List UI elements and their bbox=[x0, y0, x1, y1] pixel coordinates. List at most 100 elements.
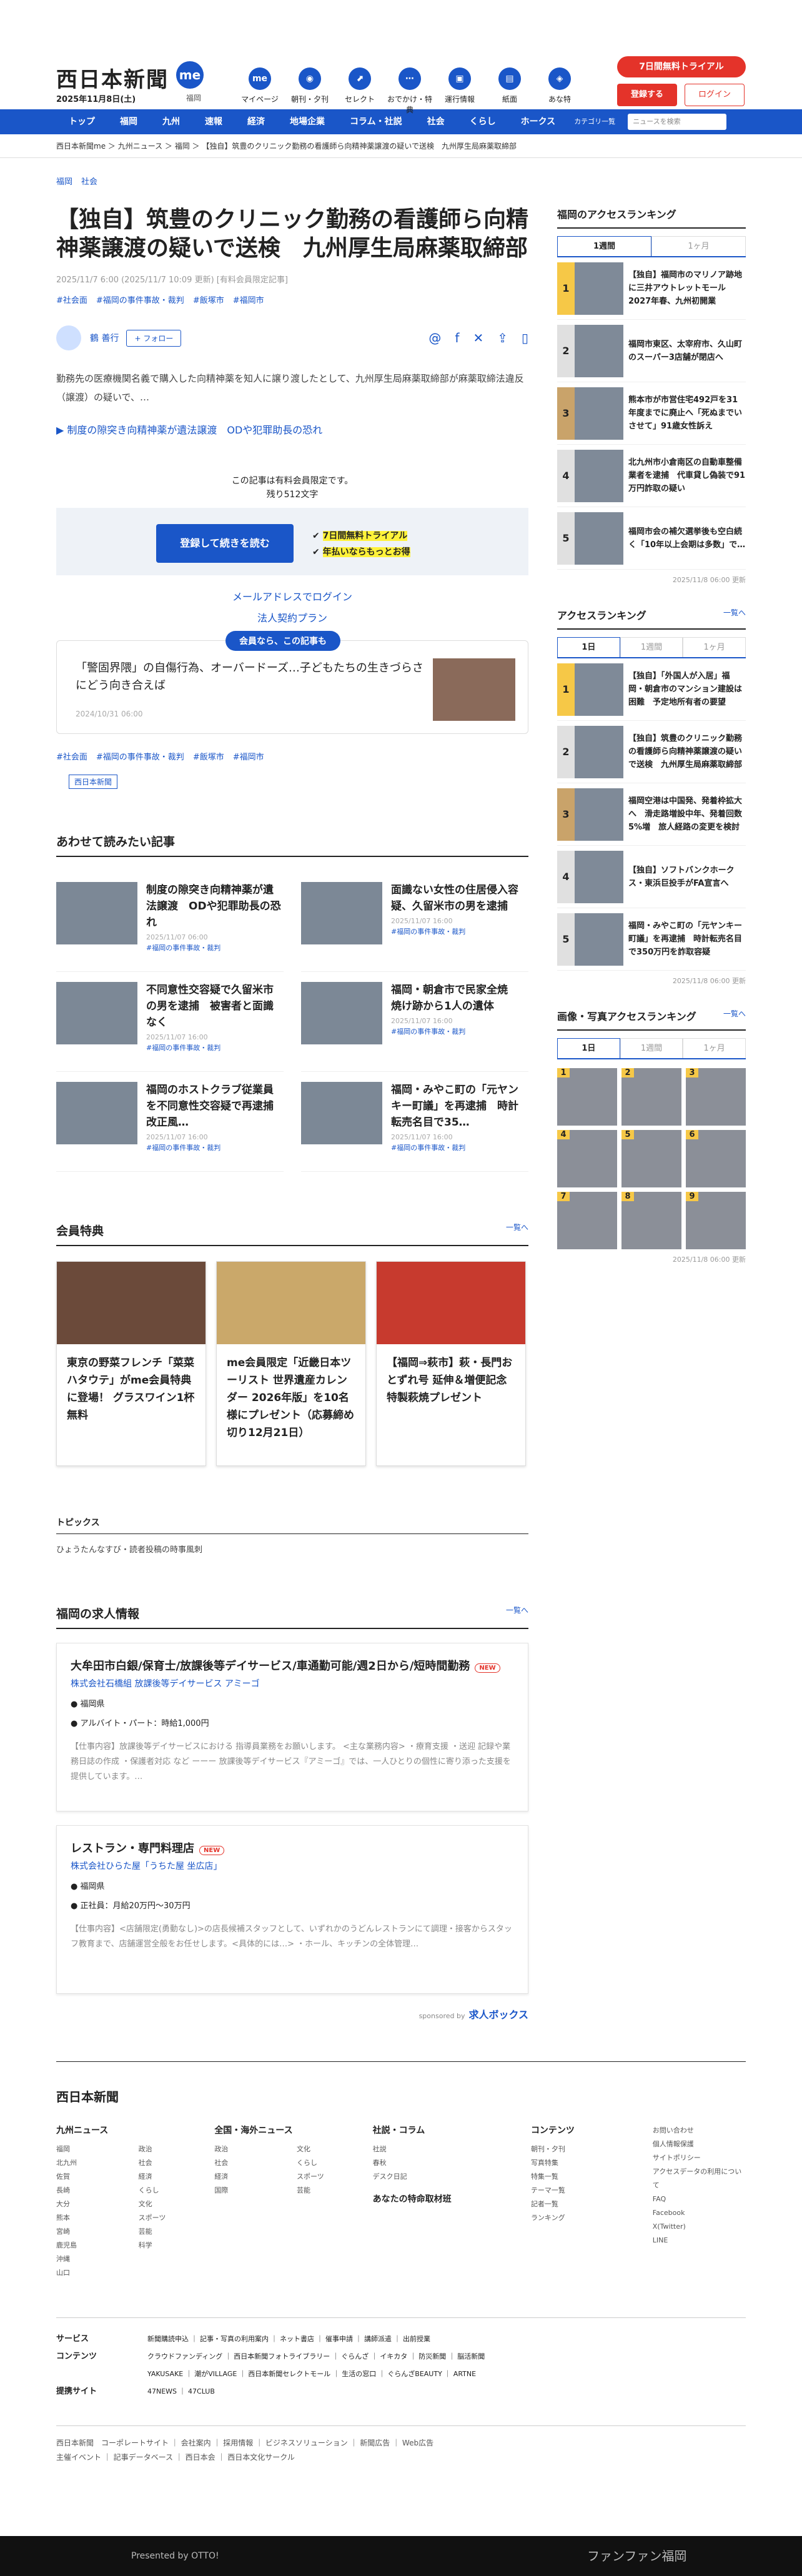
paper-link[interactable]: ◉ 朝刊・夕刊 bbox=[287, 67, 332, 115]
perk-card[interactable]: me会員限定「近畿日本ツーリスト 世界遺産カレンダー 2026年版」を10名様に… bbox=[216, 1261, 366, 1466]
search-input[interactable]: ニュースを検索 bbox=[628, 114, 727, 130]
ranking-item[interactable]: 4 北九州市小倉南区の自動車整備業者を逮捕 代車貸し偽装で91万円詐取の疑い bbox=[557, 445, 746, 507]
tag[interactable]: 社会 bbox=[81, 177, 97, 187]
photo-item[interactable]: 2 bbox=[621, 1068, 681, 1126]
perk-card[interactable]: 東京の野菜フレンチ「菜菜ハタウテ」がme会員特典に登場！ グラスワイン1杯無料 bbox=[56, 1261, 206, 1466]
region-label[interactable]: 福岡 bbox=[186, 92, 201, 103]
tab-week[interactable]: 1週間 bbox=[620, 637, 683, 657]
related-link[interactable]: ▶ 制度の隙突き向精神薬が遺法譲渡 ODや犯罪助長の恐れ bbox=[56, 422, 528, 437]
tab-month[interactable]: 1ヶ月 bbox=[683, 1038, 746, 1058]
follow-button[interactable]: + フォロー bbox=[126, 329, 182, 347]
photo-item[interactable]: 3 bbox=[686, 1068, 746, 1126]
perks-more-link[interactable]: 一覧へ bbox=[506, 1222, 528, 1239]
ranking-item[interactable]: 3 熊本市が市営住宅492戸を31年度までに廃止へ「死ぬまでいさせて」91歳女性訴… bbox=[557, 382, 746, 445]
job-card[interactable]: レストラン・専門料理店 NEW 株式会社ひらた屋「うちた屋 坐広店」 ● 福岡県 … bbox=[56, 1825, 528, 1994]
ranking-item[interactable]: 2 【独自】筑豊のクリニック勤務の看護師ら向精神薬譲渡の疑いで送検 九州厚生局麻薬… bbox=[557, 721, 746, 783]
photo-item[interactable]: 6 bbox=[686, 1130, 746, 1187]
photo-item[interactable]: 9 bbox=[686, 1192, 746, 1249]
trial-button[interactable]: 7日間無料トライアル bbox=[617, 56, 746, 77]
nav-fukuoka[interactable]: 福岡 bbox=[107, 109, 150, 134]
select-link[interactable]: ⬈ セレクト bbox=[337, 67, 382, 115]
photo-more-link[interactable]: 一覧へ bbox=[723, 1008, 746, 1023]
list-item[interactable]: 福岡のホストクラブ従業員を不同意性交容疑で再逮捕 改正風… 2025/11/07 … bbox=[56, 1072, 284, 1172]
tab-day[interactable]: 1日 bbox=[557, 637, 620, 657]
perk-image bbox=[377, 1262, 525, 1344]
ranking-item[interactable]: 5 福岡市会の補欠選挙後も空白続く「10年以上会期は多数」で… bbox=[557, 507, 746, 570]
photo-item[interactable]: 7 bbox=[557, 1192, 617, 1249]
photo-item[interactable]: 5 bbox=[621, 1130, 681, 1187]
tag[interactable]: #社会面 bbox=[56, 753, 87, 762]
tag[interactable]: #福岡の事件事故・裁判 bbox=[96, 753, 184, 762]
nav-breaking[interactable]: 速報 bbox=[192, 109, 235, 134]
ranking-more-link[interactable]: 一覧へ bbox=[723, 607, 746, 622]
mypage-icon: me bbox=[249, 67, 271, 90]
threads-icon[interactable]: @ bbox=[428, 330, 441, 345]
ranking-item[interactable]: 1 【独自】「外国人が入居」福岡・朝倉市のマンション建設は困難 予定地所有者の要望 bbox=[557, 658, 746, 721]
breadcrumb[interactable]: 西日本新聞me ＞ 九州ニュース ＞ 福岡 ＞ 【独自】筑豊のクリニック勤務の看… bbox=[0, 134, 802, 158]
photo-item[interactable]: 4 bbox=[557, 1130, 617, 1187]
print-link[interactable]: ▤ 紙面 bbox=[487, 67, 532, 115]
paper-pill[interactable]: 西日本新聞 bbox=[69, 775, 118, 789]
perk-card[interactable]: 【福岡⇒萩市】萩・長門おとずれ号 延伸＆増便記念 特製萩焼プレゼント bbox=[376, 1261, 526, 1466]
bookmark-icon[interactable]: ▯ bbox=[522, 330, 528, 345]
ranking-item[interactable]: 4 【独自】ソフトバンクホークス・東浜巨投手がFA宣言へ bbox=[557, 846, 746, 908]
register-button[interactable]: 登録する bbox=[617, 84, 677, 106]
member-article-card[interactable]: 会員なら、この記事も 「警固界隈」の自傷行為、オーバードーズ…子どもたちの生きづ… bbox=[56, 631, 528, 734]
tab-month[interactable]: 1ヶ月 bbox=[683, 637, 746, 657]
x-icon[interactable]: X(Twitter) bbox=[653, 2220, 746, 2234]
facebook-icon[interactable]: f bbox=[455, 330, 459, 345]
register-read-button[interactable]: 登録して続きを読む bbox=[156, 524, 294, 563]
tag[interactable]: #福岡市 bbox=[233, 753, 264, 762]
footer-logo[interactable]: 西日本新聞 bbox=[56, 2061, 746, 2105]
photo-item[interactable]: 1 bbox=[557, 1068, 617, 1126]
nav-top[interactable]: トップ bbox=[56, 109, 107, 134]
tag[interactable]: #飯塚市 bbox=[193, 753, 224, 762]
tag[interactable]: 福岡 bbox=[56, 177, 72, 187]
nav-kyushu[interactable]: 九州 bbox=[150, 109, 192, 134]
photo-item[interactable]: 8 bbox=[621, 1192, 681, 1249]
tab-week[interactable]: 1週間 bbox=[620, 1038, 683, 1058]
ranking-item[interactable]: 2 福岡市東区、太宰府市、久山町のスーパー3店舗が閉店へ bbox=[557, 320, 746, 382]
list-item[interactable]: 不同意性交容疑で久留米市の男を逮捕 被害者と面識なく 2025/11/07 16:… bbox=[56, 972, 284, 1072]
tab-week[interactable]: 1週間 bbox=[557, 236, 651, 256]
x-icon[interactable]: ✕ bbox=[473, 330, 483, 345]
badge-icon: ◈ bbox=[548, 67, 571, 90]
member-article-title[interactable]: 「警固界隈」の自傷行為、オーバードーズ…子どもたちの生きづらさにどう向き合えば bbox=[76, 660, 432, 695]
member-article-image[interactable] bbox=[433, 658, 515, 721]
tag[interactable]: #福岡市 bbox=[233, 296, 264, 305]
share-icon[interactable]: ⇪ bbox=[497, 330, 508, 345]
outing-link[interactable]: ⋯ おでかけ・特典 bbox=[387, 67, 432, 115]
ranking-item[interactable]: 1 【独自】福岡市のマリノア跡地に三井アウトレットモール 2027年春、九州初開業 bbox=[557, 257, 746, 320]
footer-banner[interactable]: Presented by OTTO! ファンファン福岡 bbox=[0, 2536, 802, 2576]
email-login-link[interactable]: メールアドレスでログイン bbox=[56, 587, 528, 608]
top-tags: 福岡 社会 bbox=[56, 175, 528, 187]
list-item[interactable]: 福岡・みやこ町の「元ヤンキー町議」を再逮捕 時計転売名目で35… 2025/11/… bbox=[301, 1072, 528, 1172]
avatar[interactable] bbox=[56, 325, 81, 350]
paywall-note: この記事は有料会員限定です。 残り512文字 bbox=[231, 476, 354, 500]
corp-plan-link[interactable]: 法人契約プラン bbox=[56, 608, 528, 629]
line-icon[interactable]: LINE bbox=[653, 2234, 746, 2247]
site-logo[interactable]: 西日本新聞 bbox=[56, 62, 169, 93]
list-item[interactable]: 面識ない女性の住居侵入容疑、久留米市の男を逮捕 2025/11/07 16:00 #… bbox=[301, 872, 528, 972]
mypage-link[interactable]: me マイページ bbox=[237, 67, 282, 115]
list-item[interactable]: 制度の隙突き向精神薬が遺法譲渡 ODや犯罪助長の恐れ 2025/11/07 06:… bbox=[56, 872, 284, 972]
list-item[interactable]: 福岡・朝倉市で民家全焼 焼け跡から1人の遺体 2025/11/07 16:00 #福… bbox=[301, 972, 528, 1072]
jobs-more-link[interactable]: 一覧へ bbox=[506, 1605, 528, 1622]
tab-day[interactable]: 1日 bbox=[557, 1038, 620, 1058]
tag[interactable]: #社会面 bbox=[56, 296, 87, 305]
topics-item[interactable]: ひょうたんなすび・読者投稿の時事風刺 bbox=[56, 1543, 528, 1555]
article-title: 【独自】筑豊のクリニック勤務の看護師ら向精神薬譲渡の疑いで送検 九州厚生局麻薬取… bbox=[56, 207, 529, 261]
me-badge[interactable]: me bbox=[176, 61, 204, 89]
tag[interactable]: #福岡の事件事故・裁判 bbox=[96, 296, 184, 305]
tab-month[interactable]: 1ヶ月 bbox=[651, 236, 746, 256]
author-name[interactable]: 鶴 善行 bbox=[90, 332, 119, 344]
bottom-tags: #社会面 #福岡の事件事故・裁判 #飯塚市 #福岡市 bbox=[56, 750, 528, 762]
facebook-icon[interactable]: Facebook bbox=[653, 2206, 746, 2220]
job-card[interactable]: 大牟田市白銀/保育士/放課後等デイサービス/車通勤可能/週2日から/短時間勤務 N… bbox=[56, 1643, 528, 1811]
ranking-item[interactable]: 3 福岡空港は中国発、発着枠拡大へ 滑走路増設中年、発着回数5%増 旅人経路の変更… bbox=[557, 783, 746, 846]
anatoku-link[interactable]: ◈ あな特 bbox=[537, 67, 582, 115]
login-button[interactable]: ログイン bbox=[685, 84, 745, 106]
ranking-item[interactable]: 5 福岡・みやこ町の「元ヤンキー町議」を再逮捕 時計転売名目で350万円を詐取容疑 bbox=[557, 908, 746, 971]
traffic-link[interactable]: ▣ 運行情報 bbox=[437, 67, 482, 115]
tag[interactable]: #飯塚市 bbox=[193, 296, 224, 305]
